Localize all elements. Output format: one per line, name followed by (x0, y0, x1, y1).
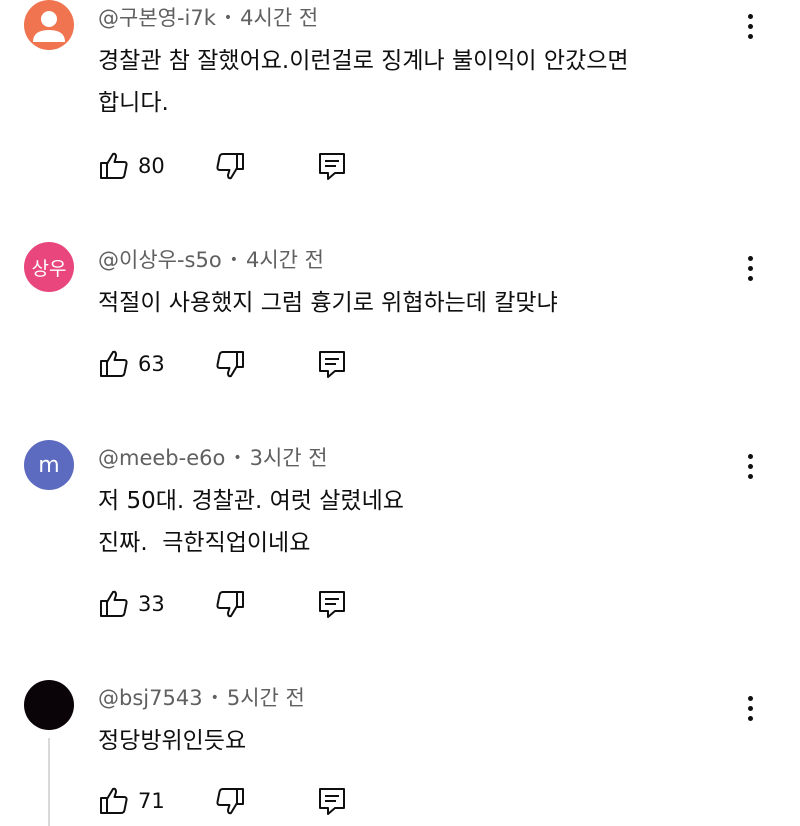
reply-comment-icon (319, 788, 345, 815)
more-vertical-icon[interactable] (736, 446, 764, 486)
dislike-button[interactable] (214, 146, 246, 186)
dislike-button[interactable] (214, 584, 246, 624)
reply-button[interactable] (316, 146, 348, 186)
comment-line: 진짜. 극한직업이네요 (98, 530, 311, 556)
comment-meta: @bsj7543 • 5시간 전 (98, 682, 305, 712)
comment-text: 적절이 사용했지 그럼 흉기로 위협하는데 칼맞냐 (98, 282, 748, 324)
avatar-initials: m (38, 452, 60, 478)
avatar-initials: 상우 (31, 257, 67, 280)
separator-dot: • (233, 450, 242, 466)
thumbs-down-icon (216, 788, 244, 815)
thumbs-up-icon (100, 590, 128, 617)
comment-text: 경찰관 참 잘했어요.이런걸로 징계나 불이익이 안갔으면 합니다. (98, 40, 748, 124)
comment-actions: 71 (98, 781, 358, 821)
reply-comment-icon (319, 351, 345, 378)
reply-button[interactable] (316, 584, 348, 624)
timestamp[interactable]: 3시간 전 (250, 446, 328, 470)
reply-button[interactable] (316, 344, 348, 384)
reply-thread-line (48, 738, 50, 826)
avatar[interactable] (24, 680, 74, 730)
comment-meta: @이상우-s5o • 4시간 전 (98, 244, 324, 274)
timestamp[interactable]: 4시간 전 (246, 248, 324, 272)
username[interactable]: @구본영-i7k (98, 6, 216, 30)
thumbs-up-icon (100, 350, 128, 377)
timestamp[interactable]: 4시간 전 (240, 6, 318, 30)
comment-text: 저 50대. 경찰관. 여럿 살렸네요 진짜. 극한직업이네요 (98, 480, 748, 564)
reply-button[interactable] (316, 781, 348, 821)
like-count: 63 (138, 352, 165, 376)
comment-line: 정당방위인듯요 (98, 728, 247, 754)
like-count: 33 (138, 592, 165, 616)
avatar[interactable]: 상우 (24, 242, 74, 292)
dislike-button[interactable] (214, 781, 246, 821)
more-vertical-icon[interactable] (736, 688, 764, 728)
default-person-icon (33, 11, 65, 42)
username[interactable]: @meeb-e6o (98, 446, 225, 470)
comment-line: 합니다. (98, 90, 169, 116)
thumbs-up-icon (100, 152, 128, 179)
comment-meta: @meeb-e6o • 3시간 전 (98, 442, 328, 472)
avatar[interactable]: m (24, 440, 74, 490)
thumbs-up-icon (100, 787, 128, 814)
comment-text: 정당방위인듯요 (98, 720, 748, 762)
comment-actions: 80 (98, 146, 358, 186)
like-button[interactable] (98, 344, 130, 384)
reply-comment-icon (319, 153, 345, 180)
reply-comment-icon (319, 591, 345, 618)
like-count: 80 (138, 154, 165, 178)
thumbs-down-icon (216, 591, 244, 618)
comment-meta: @구본영-i7k • 4시간 전 (98, 2, 318, 32)
timestamp[interactable]: 5시간 전 (227, 686, 305, 710)
like-button[interactable] (98, 146, 130, 186)
thumbs-down-icon (216, 153, 244, 180)
more-vertical-icon[interactable] (736, 248, 764, 288)
separator-dot: • (210, 690, 219, 706)
comment-actions: 63 (98, 344, 358, 384)
comment-actions: 33 (98, 584, 358, 624)
dislike-button[interactable] (214, 344, 246, 384)
separator-dot: • (229, 252, 238, 268)
like-button[interactable] (98, 781, 130, 821)
comment-line: 저 50대. 경찰관. 여럿 살렸네요 (98, 488, 404, 514)
username[interactable]: @bsj7543 (98, 686, 203, 710)
comment-line: 적절이 사용했지 그럼 흉기로 위협하는데 칼맞냐 (98, 290, 558, 316)
like-button[interactable] (98, 584, 130, 624)
more-vertical-icon[interactable] (736, 6, 764, 46)
avatar[interactable] (24, 0, 74, 50)
thumbs-down-icon (216, 351, 244, 378)
like-count: 71 (138, 789, 165, 813)
comment-line: 경찰관 참 잘했어요.이런걸로 징계나 불이익이 안갔으면 (98, 48, 629, 74)
separator-dot: • (223, 10, 233, 26)
username[interactable]: @이상우-s5o (98, 248, 222, 272)
